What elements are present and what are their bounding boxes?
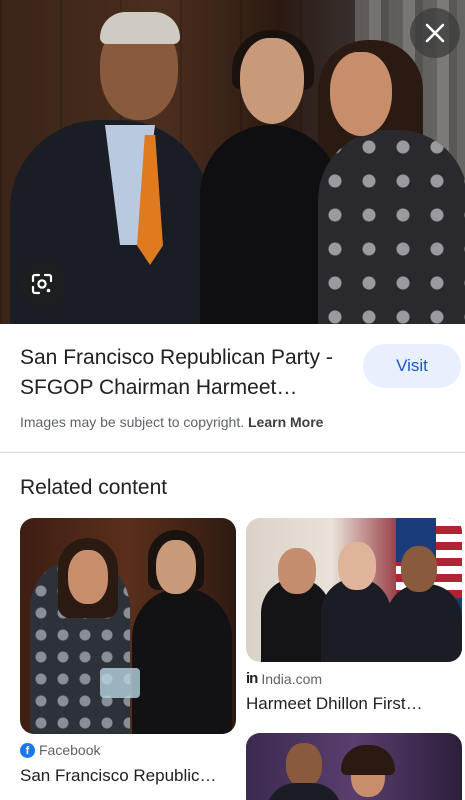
award-trophy xyxy=(100,668,140,698)
man-figure xyxy=(266,783,342,800)
learn-more-link[interactable]: Learn More xyxy=(248,414,323,430)
google-lens-button[interactable] xyxy=(20,262,64,306)
related-image-facebook[interactable] xyxy=(20,518,236,734)
main-image[interactable] xyxy=(0,0,465,324)
related-content-heading: Related content xyxy=(20,476,168,499)
copyright-text: Images may be subject to copyright. xyxy=(20,414,245,430)
section-divider xyxy=(0,452,465,453)
facebook-icon: f xyxy=(20,742,35,758)
india-com-icon: in xyxy=(246,670,258,687)
man-right-figure xyxy=(386,584,462,662)
source-label: India.com xyxy=(261,670,323,687)
man-hair xyxy=(100,12,180,44)
man-center-figure xyxy=(321,578,391,662)
man-face xyxy=(286,743,322,787)
woman-center-face xyxy=(240,38,304,124)
result-title[interactable]: San Francisco Republican Party - SFGOP C… xyxy=(20,343,345,403)
related-title-india-com[interactable]: Harmeet Dhillon First… xyxy=(246,694,423,714)
woman-left-face xyxy=(68,550,108,604)
woman-face xyxy=(278,548,316,594)
woman-right-face xyxy=(330,52,392,136)
source-facebook: f Facebook xyxy=(20,742,100,758)
close-button[interactable] xyxy=(410,8,460,58)
woman-right-jacket xyxy=(318,130,465,324)
man-right-face xyxy=(401,546,437,592)
woman-right-figure xyxy=(132,588,232,734)
woman-hair xyxy=(341,745,395,775)
close-icon xyxy=(425,23,445,43)
google-lens-icon xyxy=(31,273,53,295)
related-image-third[interactable] xyxy=(246,733,462,800)
source-india-com: in India.com xyxy=(246,670,322,687)
man-center-face xyxy=(338,542,376,590)
copyright-notice: Images may be subject to copyright. Lear… xyxy=(20,414,323,430)
source-label: Facebook xyxy=(39,742,101,758)
related-image-india-com[interactable] xyxy=(246,518,462,662)
visit-button[interactable]: Visit xyxy=(363,344,461,388)
related-title-facebook[interactable]: San Francisco Republic… xyxy=(20,766,217,786)
woman-right-face xyxy=(156,540,196,594)
